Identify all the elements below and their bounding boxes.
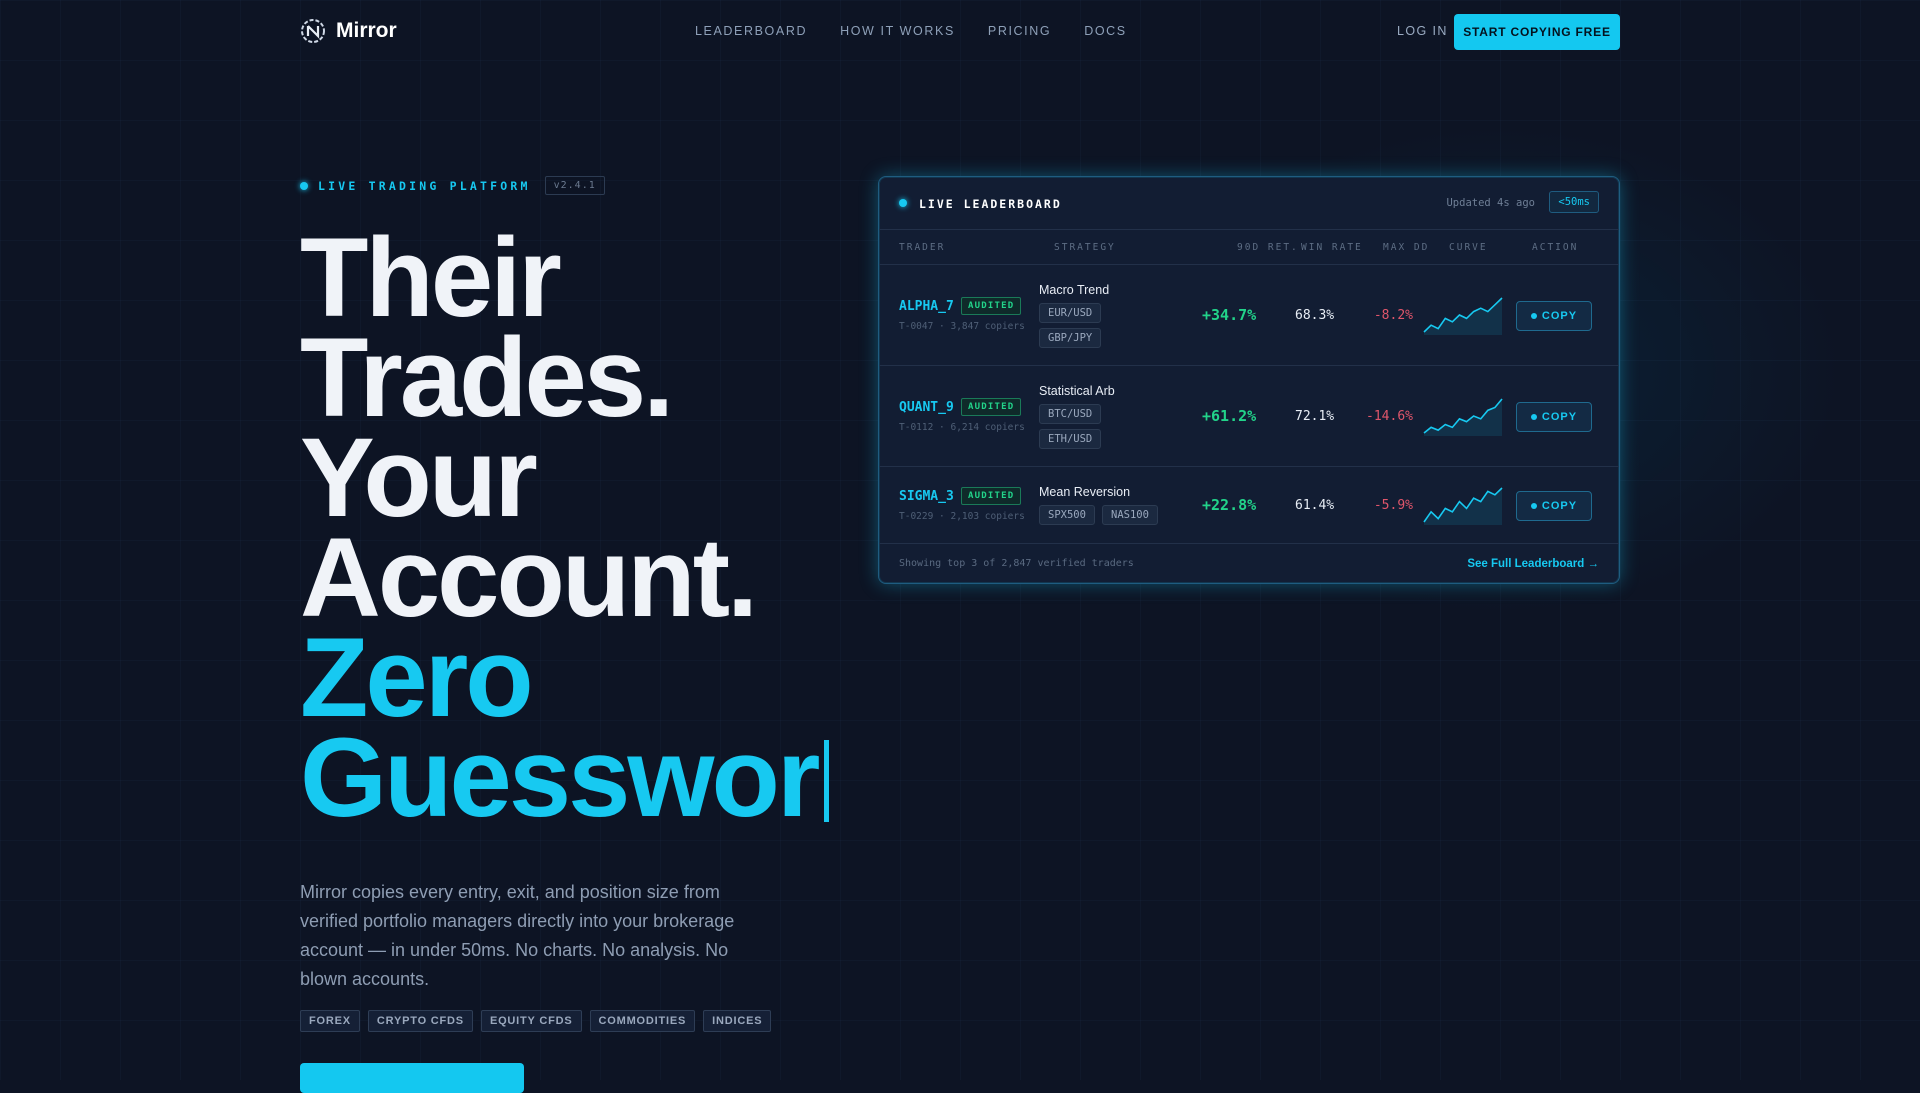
nav-link-how-it-works[interactable]: HOW IT WORKS bbox=[840, 24, 955, 38]
trader-meta: T-0229 · 2,103 copiers bbox=[899, 511, 1025, 522]
market-tag: COMMODITIES bbox=[589, 1010, 696, 1032]
leaderboard-header: LIVE LEADERBOARD Updated 4s ago <50ms bbox=[879, 177, 1619, 230]
trader-name[interactable]: ALPHA_7 bbox=[899, 299, 954, 314]
top-nav: Mirror LEADERBOARD HOW IT WORKS PRICING … bbox=[0, 0, 1920, 64]
column-header: MAX DD bbox=[1383, 242, 1430, 253]
pair-tag: SPX500 bbox=[1039, 505, 1095, 525]
sparkline-area bbox=[1424, 488, 1502, 525]
strategy-name: Statistical Arb bbox=[1039, 384, 1115, 398]
headline-line: Account. bbox=[300, 515, 758, 640]
equity-curve-sparkline bbox=[1423, 297, 1503, 335]
return-value: +61.2% bbox=[1202, 407, 1257, 425]
column-header: CURVE bbox=[1449, 242, 1488, 253]
nav-link-leaderboard[interactable]: LEADERBOARD bbox=[695, 24, 807, 38]
footer-note: Showing top 3 of 2,847 verified traders bbox=[899, 558, 1134, 569]
win-rate-value: 61.4% bbox=[1295, 498, 1335, 513]
leaderboard-card: LIVE LEADERBOARD Updated 4s ago <50ms TR… bbox=[878, 176, 1620, 584]
max-drawdown-value: -5.9% bbox=[1373, 498, 1413, 513]
market-tag: EQUITY CFDS bbox=[480, 1010, 582, 1032]
trader-name[interactable]: QUANT_9 bbox=[899, 400, 954, 415]
typing-text: Guesswor bbox=[300, 715, 821, 840]
headline-line-accent: Zero bbox=[300, 615, 534, 740]
max-drawdown-value: -8.2% bbox=[1373, 308, 1413, 323]
strategy-name: Mean Reversion bbox=[1039, 485, 1131, 499]
copy-icon bbox=[1530, 503, 1537, 509]
copy-trader-button[interactable]: COPY bbox=[1516, 491, 1592, 521]
copy-label: COPY bbox=[1541, 310, 1578, 322]
leaderboard-title: LIVE LEADERBOARD bbox=[919, 197, 1062, 211]
market-tag: FOREX bbox=[300, 1010, 360, 1032]
mirror-logo-icon bbox=[301, 19, 325, 43]
headline-line: Their bbox=[300, 215, 562, 340]
column-header: ACTION bbox=[1532, 242, 1579, 253]
copy-icon bbox=[1530, 313, 1537, 319]
live-dot-icon bbox=[300, 181, 308, 190]
headline-line: Your bbox=[300, 415, 538, 540]
start-copying-button[interactable]: START COPYING FREE bbox=[1454, 14, 1620, 50]
trader-meta: T-0047 · 3,847 copiers bbox=[899, 321, 1025, 332]
strategy-name: Macro Trend bbox=[1039, 283, 1110, 297]
table-row: ALPHA_7 AUDITED T-0047 · 3,847 copiers M… bbox=[879, 265, 1619, 366]
win-rate-value: 72.1% bbox=[1295, 409, 1335, 424]
market-tag: INDICES bbox=[703, 1010, 772, 1032]
return-value: +34.7% bbox=[1202, 306, 1257, 324]
max-drawdown-value: -14.6% bbox=[1366, 409, 1413, 424]
copy-label: COPY bbox=[1541, 500, 1578, 512]
column-header: 90D RET. bbox=[1237, 242, 1299, 253]
version-tag: v2.4.1 bbox=[544, 176, 605, 195]
typing-caret bbox=[823, 740, 829, 822]
sparkline-area bbox=[1424, 399, 1502, 436]
brand-logo[interactable]: Mirror bbox=[300, 18, 397, 44]
pair-tag: NAS100 bbox=[1102, 505, 1158, 525]
pair-tag: ETH/USD bbox=[1039, 429, 1102, 449]
column-header: TRADER bbox=[899, 242, 946, 253]
table-header: TRADER STRATEGY 90D RET. WIN RATE MAX DD… bbox=[879, 230, 1619, 265]
latency-badge: <50ms bbox=[1549, 191, 1599, 213]
column-header: STRATEGY bbox=[1054, 242, 1116, 253]
pair-tag: EUR/USD bbox=[1039, 303, 1102, 323]
audited-badge: AUDITED bbox=[961, 487, 1022, 505]
nav-link-pricing[interactable]: PRICING bbox=[988, 24, 1051, 38]
pair-tag: BTC/USD bbox=[1039, 404, 1102, 424]
hero-headline: Their Trades. Your Account. Zero Guesswo… bbox=[300, 215, 829, 834]
copy-trader-button[interactable]: COPY bbox=[1516, 402, 1592, 432]
trader-meta: T-0112 · 6,214 copiers bbox=[899, 422, 1025, 433]
nav-link-docs[interactable]: DOCS bbox=[1084, 24, 1127, 38]
login-link[interactable]: LOG IN bbox=[1397, 24, 1448, 38]
copy-label: COPY bbox=[1541, 411, 1578, 423]
copy-trader-button[interactable]: COPY bbox=[1516, 301, 1592, 331]
live-dot-icon bbox=[899, 199, 907, 207]
table-row: SIGMA_3 AUDITED T-0229 · 2,103 copiers M… bbox=[879, 467, 1619, 544]
nav-links: LEADERBOARD HOW IT WORKS PRICING DOCS bbox=[695, 24, 1127, 38]
market-tags: FOREX CRYPTO CFDS EQUITY CFDS COMMODITIE… bbox=[300, 1010, 772, 1032]
leaderboard-footer: Showing top 3 of 2,847 verified traders … bbox=[879, 544, 1619, 583]
win-rate-value: 68.3% bbox=[1295, 308, 1335, 323]
copy-icon bbox=[1530, 414, 1537, 420]
hero-cta-button[interactable] bbox=[300, 1063, 524, 1093]
audited-badge: AUDITED bbox=[961, 398, 1022, 416]
platform-badge-label: LIVE TRADING PLATFORM bbox=[318, 178, 531, 193]
headline-line-accent-typing: Guesswor bbox=[300, 722, 829, 834]
market-tag: CRYPTO CFDS bbox=[367, 1010, 473, 1032]
equity-curve-sparkline bbox=[1423, 487, 1503, 525]
hero-description: Mirror copies every entry, exit, and pos… bbox=[300, 882, 735, 989]
platform-badge: LIVE TRADING PLATFORM v2.4.1 bbox=[300, 176, 605, 195]
return-value: +22.8% bbox=[1202, 496, 1257, 514]
pair-tag: GBP/JPY bbox=[1039, 328, 1102, 348]
column-header: WIN RATE bbox=[1301, 242, 1363, 253]
see-full-leaderboard-link[interactable]: See Full Leaderboard → bbox=[1467, 558, 1599, 570]
equity-curve-sparkline bbox=[1423, 398, 1503, 436]
audited-badge: AUDITED bbox=[961, 297, 1022, 315]
brand-name: Mirror bbox=[336, 19, 397, 42]
table-row: QUANT_9 AUDITED T-0112 · 6,214 copiers S… bbox=[879, 366, 1619, 467]
updated-timestamp: Updated 4s ago bbox=[1446, 197, 1535, 209]
headline-line: Trades. bbox=[300, 315, 674, 440]
trader-name[interactable]: SIGMA_3 bbox=[899, 489, 954, 504]
